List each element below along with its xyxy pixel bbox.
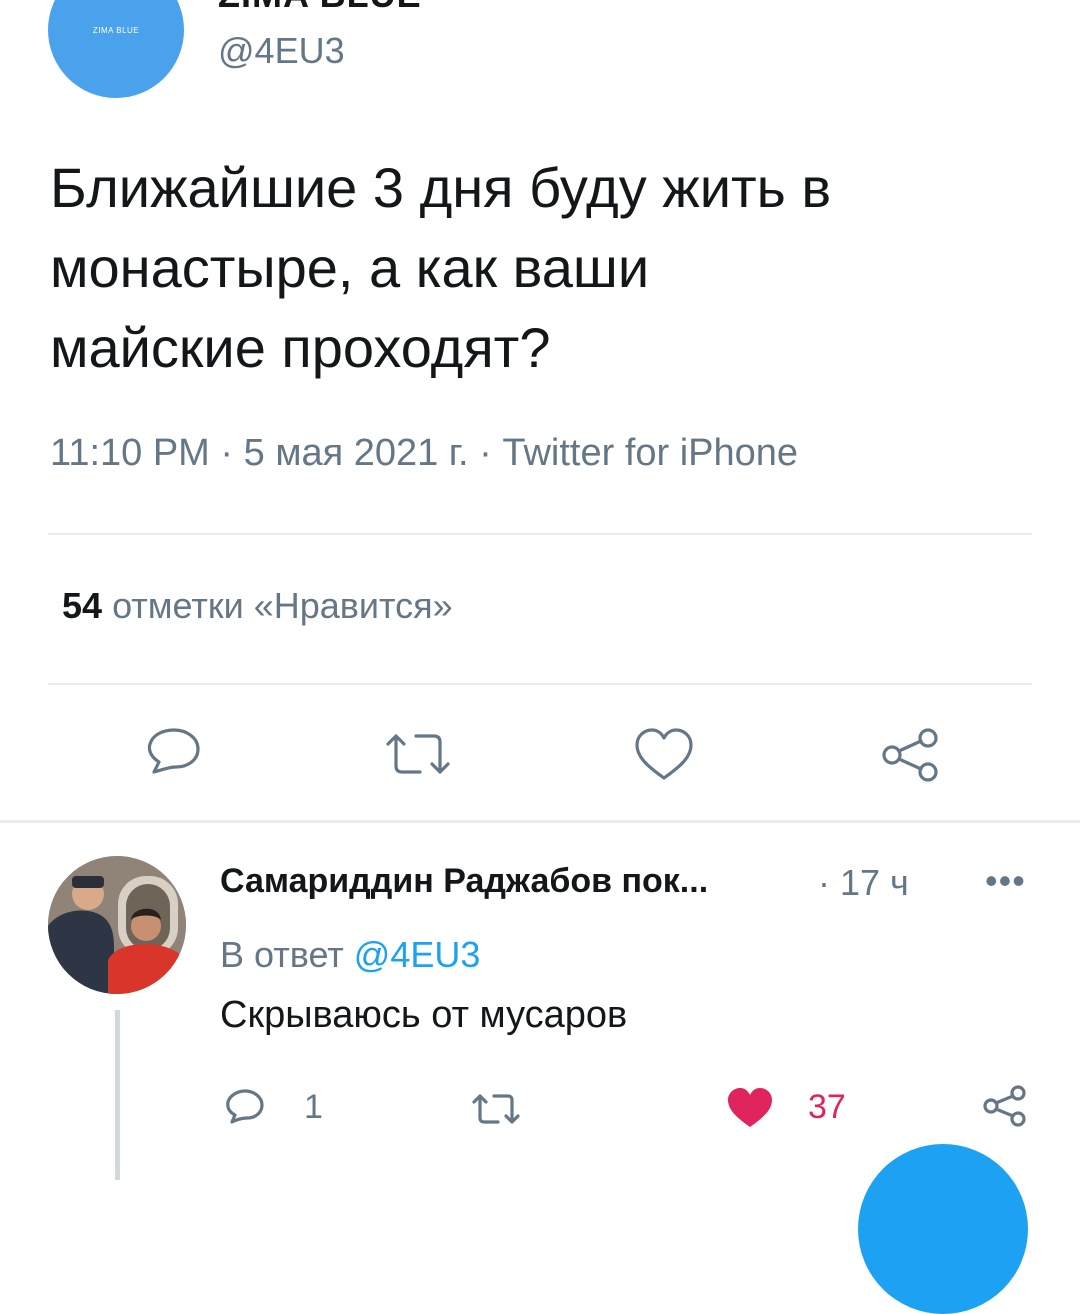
more-options-button[interactable]: ••• bbox=[985, 860, 1026, 902]
likes-label: отметки «Нравится» bbox=[112, 585, 453, 626]
tweet-text: Ближайшие 3 дня буду жить в монастыре, а… bbox=[50, 156, 832, 379]
reply-icon bbox=[226, 1089, 264, 1124]
tweet-meta: 11:10 PM · 5 мая 2021 г. · Twitter for i… bbox=[50, 432, 798, 475]
like-icon bbox=[635, 728, 693, 780]
divider bbox=[48, 683, 1032, 685]
thread-line bbox=[115, 1010, 120, 1180]
meta-separator: · bbox=[468, 432, 503, 474]
reply-button[interactable] bbox=[140, 722, 204, 786]
display-name[interactable]: ZIMA BLUE bbox=[218, 0, 422, 16]
share-icon bbox=[983, 1085, 1026, 1127]
retweet-icon bbox=[472, 1094, 520, 1124]
reply-to-prefix: В ответ bbox=[220, 934, 344, 975]
share-button[interactable] bbox=[880, 726, 942, 784]
reply-reply-button[interactable] bbox=[222, 1086, 266, 1130]
likes-count: 54 bbox=[62, 585, 103, 626]
reply-to-mention[interactable]: @4EU3 bbox=[354, 934, 481, 975]
like-filled-icon bbox=[728, 1088, 772, 1127]
reply-time: · 17 ч bbox=[818, 862, 909, 903]
avatar-label: ZIMA BLUE bbox=[92, 25, 140, 35]
tweet-date: 5 мая 2021 г. bbox=[243, 432, 469, 474]
tweet-time: 11:10 PM bbox=[50, 432, 210, 474]
reply-count: 1 bbox=[304, 1088, 323, 1126]
retweet-icon bbox=[386, 734, 450, 774]
reply-text: Скрываюсь от мусаров bbox=[220, 994, 628, 1036]
reply-icon bbox=[147, 728, 200, 774]
avatar[interactable]: ZIMA BLUE bbox=[48, 0, 184, 98]
like-button[interactable] bbox=[632, 726, 696, 784]
handle[interactable]: @4EU3 bbox=[218, 30, 345, 72]
compose-button[interactable] bbox=[858, 1144, 1028, 1314]
reply-avatar-photo bbox=[48, 856, 186, 994]
retweet-button[interactable] bbox=[382, 724, 454, 784]
tweet-source[interactable]: Twitter for iPhone bbox=[502, 432, 798, 474]
divider bbox=[48, 533, 1032, 535]
reply-to-line: В ответ @4EU3 bbox=[220, 934, 480, 976]
reply-author-name[interactable]: Самариддин Раджабов пок... bbox=[220, 862, 708, 901]
meta-separator: · bbox=[209, 432, 244, 474]
reply-avatar[interactable] bbox=[48, 856, 186, 994]
share-icon bbox=[882, 728, 938, 782]
section-divider bbox=[0, 820, 1080, 823]
reply-share-button[interactable] bbox=[982, 1084, 1028, 1128]
reply-like-count: 37 bbox=[808, 1088, 846, 1126]
reply-like-button[interactable] bbox=[726, 1086, 774, 1130]
likes-summary[interactable]: 54 отметки «Нравится» bbox=[62, 585, 453, 627]
reply-retweet-button[interactable] bbox=[470, 1088, 522, 1130]
